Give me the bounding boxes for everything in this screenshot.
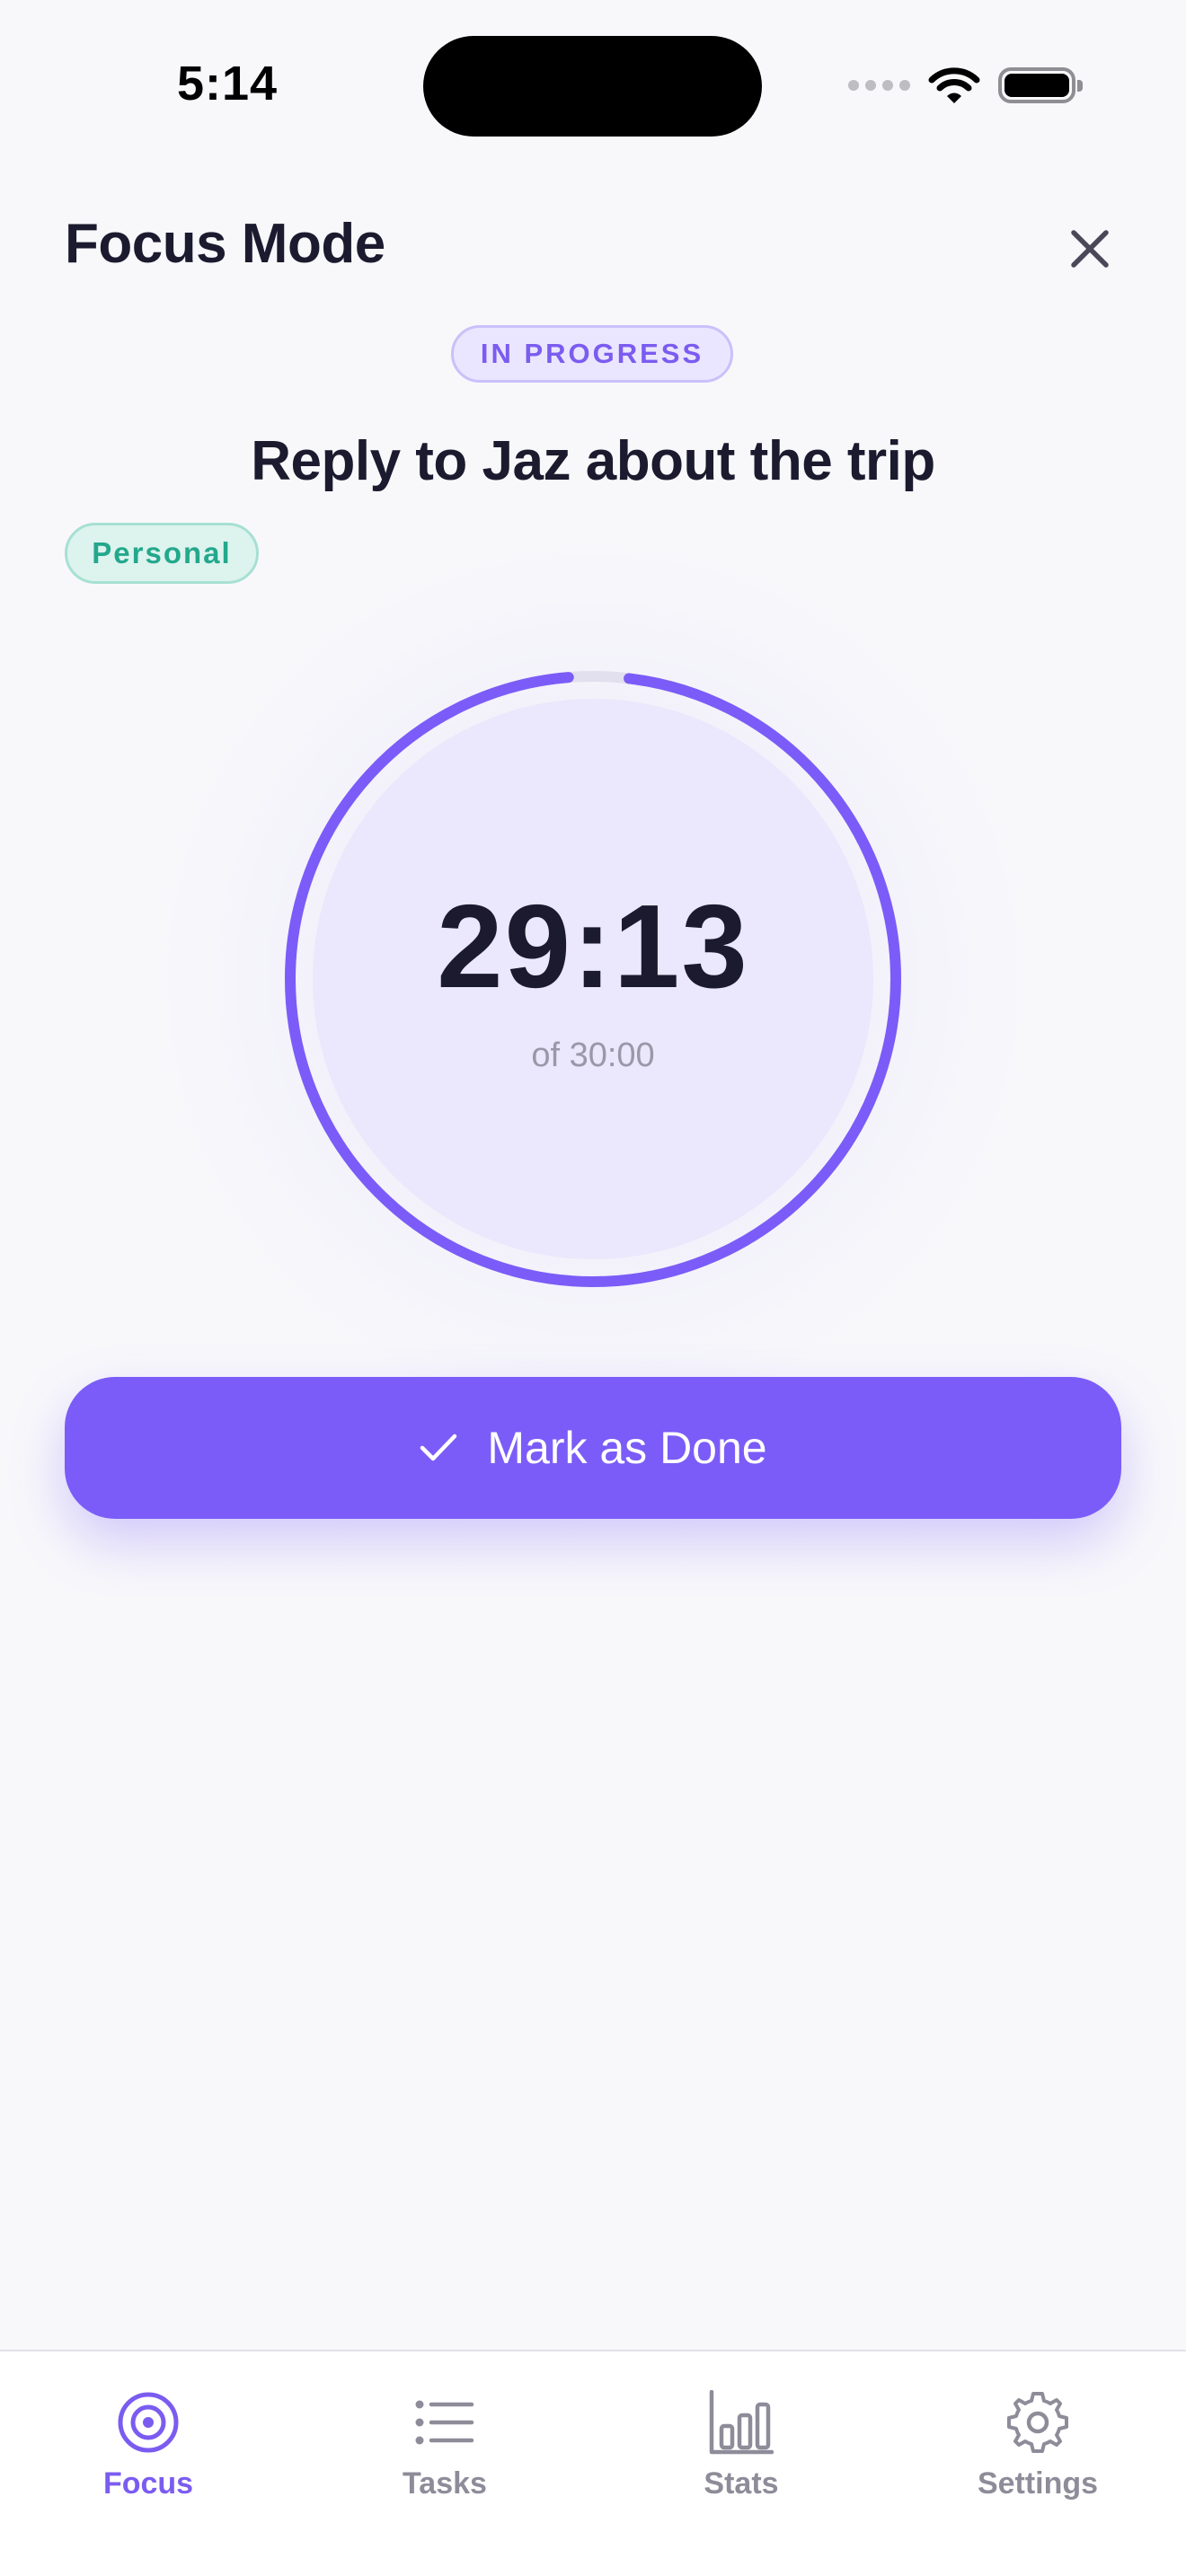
timer-remaining: 29:13 bbox=[437, 880, 749, 1012]
status-time: 5:14 bbox=[177, 57, 279, 110]
close-button[interactable] bbox=[1057, 216, 1123, 282]
status-badge: IN PROGRESS bbox=[451, 325, 733, 383]
mark-as-done-button[interactable]: Mark as Done bbox=[65, 1377, 1121, 1519]
countdown-timer: 29:13 of 30:00 bbox=[282, 668, 904, 1290]
dynamic-island bbox=[423, 36, 762, 137]
task-title: Reply to Jaz about the trip bbox=[251, 430, 935, 492]
tab-label: Stats bbox=[704, 2466, 779, 2501]
tab-label: Focus bbox=[102, 2466, 194, 2501]
status-icons bbox=[848, 63, 1083, 108]
category-tag: Personal bbox=[65, 523, 259, 584]
page-title: Focus Mode bbox=[65, 213, 385, 275]
gear-icon bbox=[1007, 2392, 1068, 2453]
tab-bar: Focus Tasks Stats Settings bbox=[0, 2350, 1186, 2576]
tab-stats[interactable]: Stats bbox=[593, 2351, 890, 2531]
tab-focus[interactable]: Focus bbox=[0, 2351, 296, 2531]
tab-label: Settings bbox=[977, 2466, 1099, 2501]
mark-as-done-label: Mark as Done bbox=[487, 1423, 767, 1473]
checkmark-icon bbox=[420, 1434, 457, 1461]
target-icon bbox=[118, 2392, 179, 2453]
list-icon bbox=[415, 2400, 474, 2445]
tab-settings[interactable]: Settings bbox=[890, 2351, 1186, 2531]
close-icon bbox=[1071, 230, 1109, 268]
timer-total: of 30:00 bbox=[531, 1037, 655, 1074]
tab-tasks[interactable]: Tasks bbox=[296, 2351, 593, 2531]
cellular-signal-icon bbox=[848, 80, 910, 91]
focus-mode-screen: 5:14 Focus Mode IN PROGRESS Reply to Jaz… bbox=[0, 0, 1186, 2576]
bar-chart-icon bbox=[709, 2390, 774, 2455]
battery-icon bbox=[998, 67, 1083, 103]
tab-label: Tasks bbox=[403, 2466, 487, 2501]
wifi-icon bbox=[928, 67, 980, 103]
